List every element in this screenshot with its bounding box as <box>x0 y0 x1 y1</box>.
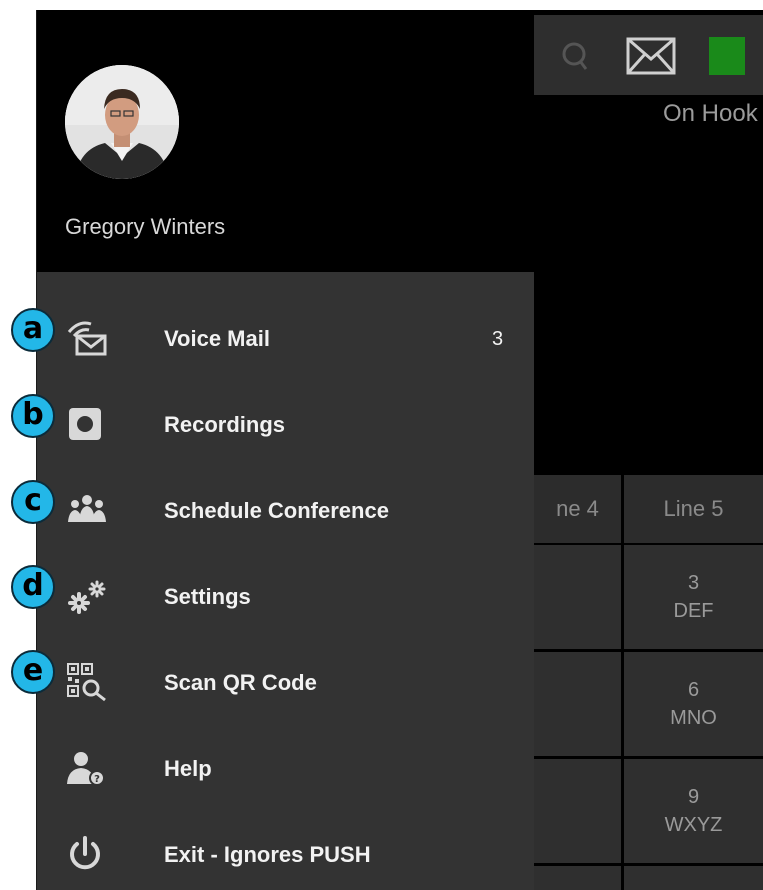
callout-d: d <box>11 565 55 609</box>
callout-c: c <box>11 480 55 524</box>
user-name: Gregory Winters <box>65 214 226 239</box>
menu-item-label: Recordings <box>164 412 286 437</box>
callout-b: b <box>11 394 55 438</box>
dialpad-key-6[interactable]: 6 MNO <box>624 652 763 756</box>
drawer-header: Gregory Winters <box>37 10 534 272</box>
phone-screen: On Hook ne 4 Line 5 3 DEF 6 MNO 9 WXYZ G… <box>37 10 763 890</box>
svg-text:?: ? <box>94 774 100 785</box>
menu-item-label: Settings <box>164 584 251 609</box>
key-letters: WXYZ <box>664 814 723 836</box>
key-digit: 3 <box>687 572 700 594</box>
help-person-icon: ? <box>65 748 109 788</box>
callout-e: e <box>11 650 55 694</box>
dialpad-key-5[interactable] <box>534 652 621 756</box>
menu-item-schedule-conference[interactable]: Schedule Conference <box>37 468 534 554</box>
search-icon[interactable] <box>560 39 590 78</box>
menu-item-scan-qr-code[interactable]: Scan QR Code <box>37 640 534 726</box>
menu-item-label: Exit - Ignores PUSH <box>164 842 371 867</box>
hook-status: On Hook <box>663 100 758 127</box>
drawer-menu: Voice Mail 3 Recordings Schedule Confere… <box>37 272 534 890</box>
gears-icon <box>65 576 109 616</box>
key-letters: MNO <box>670 707 717 729</box>
callout-a: a <box>11 308 55 352</box>
key-digit: 9 <box>687 786 700 808</box>
menu-item-label: Help <box>164 756 212 781</box>
key-digit: 6 <box>687 679 700 701</box>
line-tab-5[interactable]: Line 5 <box>624 475 763 543</box>
dialpad-key-9[interactable]: 9 WXYZ <box>624 759 763 863</box>
dialpad-key-0[interactable] <box>534 866 621 890</box>
mail-icon[interactable] <box>626 37 676 80</box>
power-icon <box>65 834 109 874</box>
menu-item-label: Voice Mail <box>164 326 270 351</box>
qr-scan-icon <box>65 662 109 702</box>
dialpad-key-2[interactable] <box>534 545 621 649</box>
line-tab-4[interactable]: ne 4 <box>534 475 621 543</box>
menu-item-exit[interactable]: Exit - Ignores PUSH <box>37 812 534 890</box>
dialpad-key-3[interactable]: 3 DEF <box>624 545 763 649</box>
menu-item-help[interactable]: ? Help <box>37 726 534 812</box>
avatar[interactable] <box>65 65 179 179</box>
app-toolbar <box>534 15 763 95</box>
menu-item-label: Schedule Conference <box>164 498 389 523</box>
presence-status-icon[interactable] <box>709 37 745 80</box>
voicemail-icon <box>65 318 109 358</box>
menu-item-label: Scan QR Code <box>164 670 317 695</box>
menu-item-settings[interactable]: Settings <box>37 554 534 640</box>
dialpad-key-8[interactable] <box>534 759 621 863</box>
frame-left-margin <box>0 0 37 890</box>
group-icon <box>65 490 109 530</box>
menu-item-recordings[interactable]: Recordings <box>37 382 534 468</box>
key-letters: DEF <box>673 600 714 622</box>
voicemail-count-badge: 3 <box>492 328 504 350</box>
dialpad-key-hash[interactable] <box>624 866 763 890</box>
recordings-icon <box>65 404 109 444</box>
menu-item-voice-mail[interactable]: Voice Mail 3 <box>37 296 534 382</box>
